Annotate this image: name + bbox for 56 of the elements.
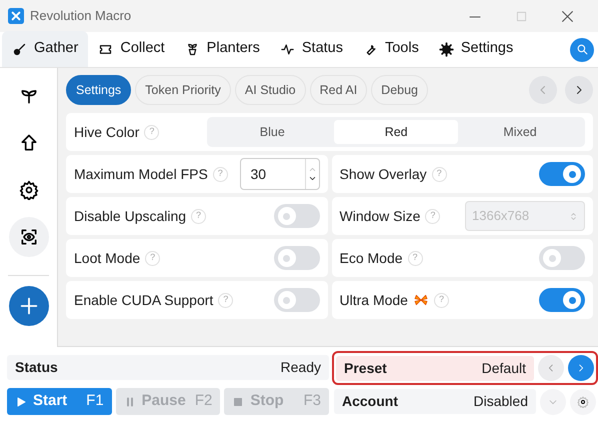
preset-label: Preset	[344, 358, 387, 378]
setting-label: Disable Upscaling	[74, 206, 186, 226]
setting-label: Eco Mode	[340, 248, 403, 268]
setting-label: Show Overlay	[340, 164, 427, 184]
sub-tab[interactable]: Settings	[66, 75, 132, 105]
sidebar-item[interactable]	[8, 217, 48, 257]
window-title: Revolution Macro	[30, 7, 132, 26]
action-button[interactable]: Start F1	[7, 388, 112, 415]
account-value: Disabled	[474, 392, 528, 411]
toggle-switch[interactable]	[274, 204, 320, 228]
sub-tab[interactable]: AI Studio	[234, 75, 306, 105]
main-tab[interactable]: Status	[270, 31, 353, 67]
toggle-switch[interactable]	[539, 162, 585, 186]
stop-icon	[232, 396, 244, 408]
search-icon	[576, 43, 588, 56]
status-value: Ready	[280, 358, 321, 377]
setting-label: Loot Mode	[74, 248, 140, 268]
pulse-icon	[280, 42, 295, 56]
preset-value: Default	[482, 358, 526, 378]
toggle-switch[interactable]	[539, 288, 585, 312]
main-tab[interactable]: Settings	[428, 31, 524, 67]
segment-option[interactable]: Blue	[210, 120, 334, 144]
sub-tab[interactable]: Token Priority	[135, 75, 231, 105]
eye-scan-icon	[18, 227, 38, 247]
main-tab[interactable]: Planters	[174, 31, 270, 67]
app-logo-icon	[8, 8, 24, 24]
main-tab[interactable]: Collect	[88, 31, 175, 67]
setting-label: Enable CUDA Support	[74, 290, 214, 310]
settings-button[interactable]	[570, 388, 596, 414]
setting-label: Ultra Mode	[340, 290, 408, 310]
close-icon	[560, 10, 574, 24]
main-tab[interactable]: Gather	[2, 31, 88, 67]
account-label: Account	[342, 392, 398, 411]
spin-down-icon	[308, 174, 316, 183]
search-button[interactable]	[570, 38, 594, 62]
updown-icon	[569, 210, 578, 222]
setting-label: Maximum Model FPS	[74, 164, 208, 184]
setting-label: Window Size	[340, 206, 420, 226]
toggle-switch[interactable]	[274, 288, 320, 312]
sub-tab[interactable]: Debug	[371, 75, 428, 105]
toggle-switch[interactable]	[274, 246, 320, 270]
sub-tab[interactable]: Red AI	[310, 75, 368, 105]
toggle-switch[interactable]	[539, 246, 585, 270]
add-button[interactable]	[8, 286, 48, 326]
spin-up-icon	[308, 165, 316, 174]
setting-label: Hive Color	[74, 122, 140, 142]
status-label: Status	[15, 358, 58, 377]
arrow-up-icon	[18, 133, 38, 153]
segment-option[interactable]: Mixed	[458, 120, 582, 144]
maximize-icon	[516, 11, 526, 22]
main-tab[interactable]: Tools	[352, 31, 429, 67]
segment-option[interactable]: Red	[334, 120, 458, 144]
number-field[interactable]: 30	[240, 158, 320, 190]
shovel-icon	[12, 42, 27, 56]
next-preset-button[interactable]	[568, 355, 594, 381]
play-icon	[15, 396, 27, 408]
